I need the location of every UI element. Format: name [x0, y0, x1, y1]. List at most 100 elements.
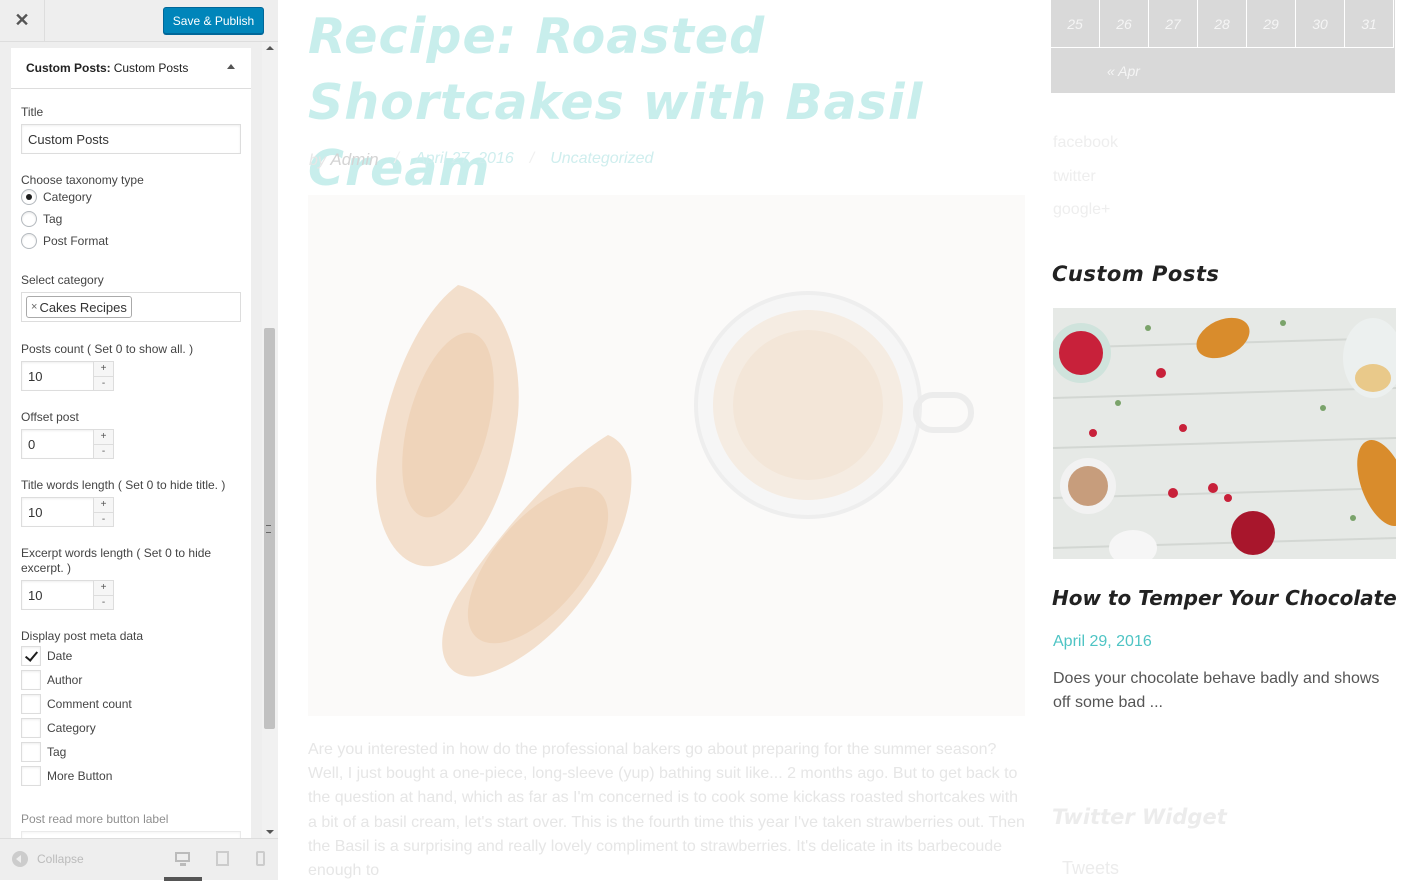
- save-publish-button[interactable]: Save & Publish: [163, 7, 264, 34]
- twitter-link[interactable]: twitter: [1053, 168, 1096, 186]
- posts-count-value[interactable]: 10: [22, 362, 93, 390]
- category-select[interactable]: × Cakes Recipes: [21, 292, 241, 322]
- calendar-widget: 25 26 27 28 29 30 31 « Apr: [1051, 0, 1395, 93]
- increment-icon[interactable]: +: [94, 498, 113, 513]
- read-more-input[interactable]: [21, 831, 241, 838]
- caret-up-icon[interactable]: [227, 64, 235, 69]
- google-plus-link[interactable]: google+: [1053, 201, 1110, 219]
- checkbox-more-button-label: More Button: [47, 769, 113, 783]
- radio-category[interactable]: Category: [21, 189, 92, 205]
- radio-button[interactable]: [21, 233, 37, 249]
- calendar-day: 31: [1345, 0, 1394, 48]
- offset-label: Offset post: [21, 410, 79, 424]
- checkbox-comment-count-label: Comment count: [47, 697, 132, 711]
- radio-button[interactable]: [21, 211, 37, 227]
- radio-post-format[interactable]: Post Format: [21, 233, 108, 249]
- category-chip-label: Cakes Recipes: [39, 299, 127, 315]
- site-preview: Recipe: Roasted Shortcakes with Basil Cr…: [278, 0, 1425, 880]
- custom-post-title[interactable]: How to Temper Your Chocolate: [1052, 586, 1397, 610]
- increment-icon[interactable]: +: [94, 362, 113, 377]
- customizer-controls: Custom Posts: Custom Posts Title Custom …: [0, 42, 278, 838]
- excerpt-words-value[interactable]: 10: [22, 581, 93, 609]
- tweets-label: Tweets: [1062, 858, 1120, 878]
- custom-post-thumbnail[interactable]: [1053, 308, 1396, 559]
- post-title[interactable]: Recipe: Roasted Shortcakes with Basil Cr…: [308, 4, 1008, 202]
- breakfast-table-image: [1053, 308, 1396, 559]
- increment-icon[interactable]: +: [94, 430, 113, 445]
- checkbox[interactable]: [21, 670, 41, 690]
- custom-post-date[interactable]: April 29, 2016: [1053, 633, 1152, 651]
- customizer-scrollbar[interactable]: [262, 42, 278, 838]
- checkbox-tag[interactable]: Tag: [21, 742, 66, 762]
- checkbox-category-label: Category: [47, 721, 96, 735]
- taxonomy-label: Choose taxonomy type: [21, 173, 144, 187]
- twitter-widget-title: Twitter Widget: [1052, 805, 1227, 829]
- excerpt-words-label: Excerpt words length ( Set 0 to hide exc…: [21, 546, 212, 575]
- increment-icon[interactable]: +: [94, 581, 113, 596]
- custom-posts-widget-title: Custom Posts: [1052, 262, 1220, 286]
- decrement-icon[interactable]: -: [94, 444, 113, 458]
- scroll-down-icon[interactable]: [266, 830, 274, 834]
- calendar-day: 29: [1247, 0, 1296, 48]
- calendar-day: 27: [1149, 0, 1198, 48]
- radio-category-label: Category: [43, 190, 92, 204]
- post-meta-by: by: [309, 152, 326, 169]
- decrement-icon[interactable]: -: [94, 376, 113, 390]
- radio-tag[interactable]: Tag: [21, 211, 62, 227]
- checkbox[interactable]: [21, 742, 41, 762]
- checkbox-date[interactable]: Date: [21, 646, 72, 666]
- custom-post-excerpt: Does your chocolate behave badly and sho…: [1053, 670, 1380, 711]
- checkbox[interactable]: [21, 718, 41, 738]
- post-category[interactable]: Uncategorized: [550, 150, 653, 170]
- radio-tag-label: Tag: [43, 212, 63, 226]
- post-date[interactable]: April 27, 2016: [415, 150, 514, 170]
- radio-button-checked[interactable]: [21, 189, 37, 205]
- grip-icon: [266, 525, 271, 533]
- posts-count-label: Posts count ( Set 0 to show all. ): [21, 342, 194, 356]
- excerpt-words-stepper[interactable]: 10 + -: [21, 580, 114, 610]
- read-more-label: Post read more button label: [21, 812, 169, 826]
- calendar-prev-link[interactable]: « Apr: [1107, 63, 1140, 79]
- customizer-panel: ✕ Save & Publish Custom Posts: Custom Po…: [0, 0, 278, 881]
- checkbox-category[interactable]: Category: [21, 718, 96, 738]
- offset-stepper[interactable]: 0 + -: [21, 429, 114, 459]
- active-device-indicator: [164, 877, 202, 881]
- title-input[interactable]: Custom Posts: [21, 124, 241, 154]
- checkbox-checked[interactable]: [21, 646, 41, 666]
- checkbox-comment-count[interactable]: Comment count: [21, 694, 132, 714]
- collapse-button[interactable]: Collapse: [12, 851, 84, 867]
- post-featured-image[interactable]: [308, 195, 1025, 716]
- checkbox[interactable]: [21, 694, 41, 714]
- post-excerpt: Are you interested in how do the profess…: [308, 741, 1025, 880]
- checkbox[interactable]: [21, 766, 41, 786]
- title-label: Title: [21, 105, 44, 119]
- calendar-day: 26: [1100, 0, 1149, 48]
- category-chip[interactable]: × Cakes Recipes: [26, 296, 132, 318]
- close-icon[interactable]: ✕: [0, 0, 45, 41]
- widget-section-name: Custom Posts: [113, 61, 189, 75]
- title-words-stepper[interactable]: 10 + -: [21, 497, 114, 527]
- category-select-label: Select category: [21, 273, 104, 287]
- widget-section-header[interactable]: Custom Posts: Custom Posts: [11, 48, 251, 89]
- post-author[interactable]: Admin: [330, 150, 378, 169]
- meta-label: Display post meta data: [21, 629, 144, 643]
- decrement-icon[interactable]: -: [94, 595, 113, 609]
- tablet-preview-icon[interactable]: [215, 851, 231, 867]
- posts-count-stepper[interactable]: 10 + -: [21, 361, 114, 391]
- scroll-up-icon[interactable]: [266, 46, 274, 50]
- checkbox-tag-label: Tag: [47, 745, 67, 759]
- offset-value[interactable]: 0: [22, 430, 93, 458]
- mobile-preview-icon[interactable]: [254, 851, 270, 867]
- customizer-header: ✕ Save & Publish: [0, 0, 278, 42]
- decrement-icon[interactable]: -: [94, 512, 113, 526]
- title-words-value[interactable]: 10: [22, 498, 93, 526]
- checkbox-author[interactable]: Author: [21, 670, 82, 690]
- widget-section-type: Custom Posts:: [26, 61, 111, 75]
- customizer-footer: Collapse: [0, 838, 278, 881]
- facebook-link[interactable]: facebook: [1053, 134, 1118, 152]
- checkbox-author-label: Author: [47, 673, 83, 687]
- checkbox-date-label: Date: [47, 649, 73, 663]
- remove-chip-icon[interactable]: ×: [31, 301, 37, 313]
- desktop-preview-icon[interactable]: [175, 851, 191, 867]
- checkbox-more-button[interactable]: More Button: [21, 766, 112, 786]
